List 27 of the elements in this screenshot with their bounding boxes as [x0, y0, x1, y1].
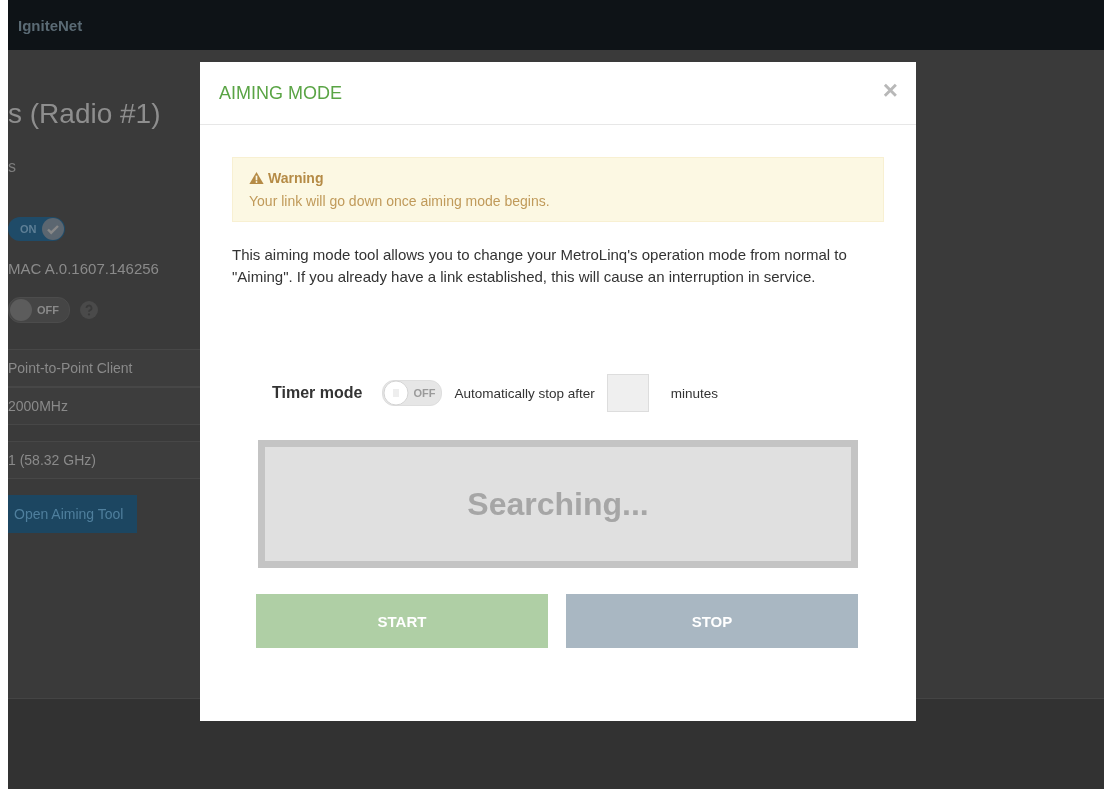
- section-title: s: [8, 158, 16, 176]
- status-panel: Searching...: [258, 440, 858, 568]
- toggle-switch[interactable]: ON: [8, 217, 65, 241]
- brand-name[interactable]: IgniteNet: [18, 16, 83, 34]
- warning-title: Warning: [268, 170, 324, 186]
- timer-prefix-text: Automatically stop after: [454, 385, 595, 401]
- start-button[interactable]: START: [256, 594, 548, 648]
- timer-toggle[interactable]: OFF: [382, 380, 443, 406]
- minutes-label: minutes: [670, 385, 718, 401]
- select-field[interactable]: 2000MHz: [8, 387, 200, 425]
- toggle-knob-icon: [9, 298, 33, 322]
- toggle-knob-icon: [40, 217, 65, 241]
- description-text: This aiming mode tool allows you to change your MetroLinq's operation mode from normal to "Aiming". If you already have a link established, this will cause an interruption in service.: [232, 245, 848, 287]
- warning-icon: [249, 171, 264, 185]
- timer-mode-label: Timer mode: [272, 384, 363, 402]
- open-aiming-tool-button[interactable]: Open Aiming Tool: [8, 495, 138, 533]
- stop-button[interactable]: STOP: [566, 594, 858, 648]
- firmware-text: MAC A.0.1607.146256: [8, 260, 159, 277]
- page-title: s (Radio #1): [8, 98, 161, 130]
- select-field[interactable]: Point-to-Point Client: [8, 349, 200, 387]
- toggle-switch[interactable]: OFF: [8, 297, 70, 323]
- close-button[interactable]: ×: [882, 77, 898, 103]
- minutes-input[interactable]: [606, 374, 649, 412]
- modal-title: AIMING MODE: [219, 82, 342, 104]
- select-field[interactable]: 1 (58.32 GHz): [8, 441, 200, 479]
- warning-text: Your link will go down once aiming mode begins.: [249, 193, 551, 209]
- toggle-knob-icon: [383, 380, 410, 406]
